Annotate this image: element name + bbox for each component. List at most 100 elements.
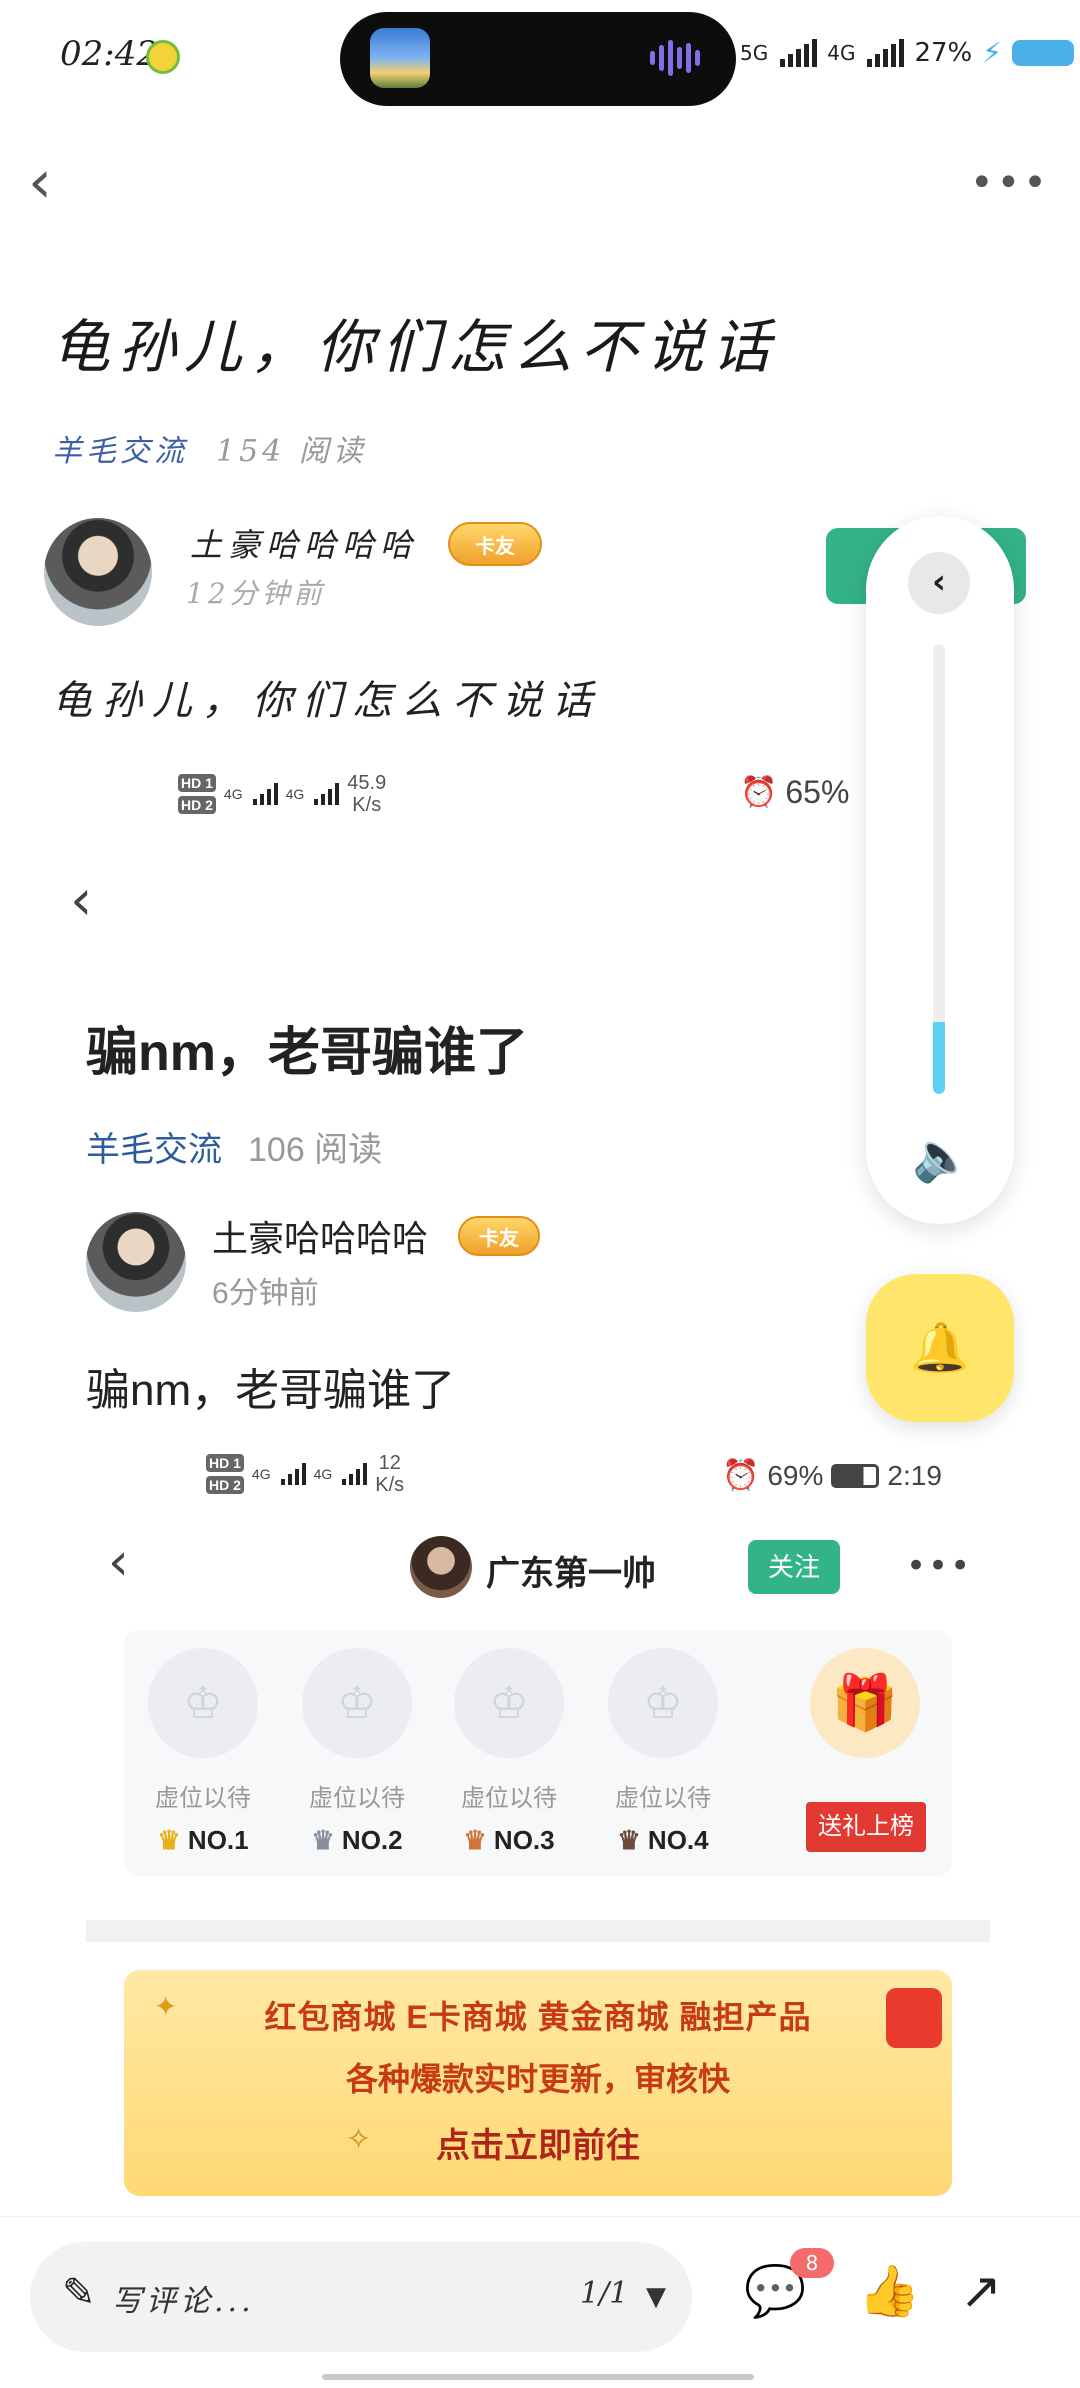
signal-bars-icon — [342, 1463, 368, 1485]
volume-slider[interactable] — [933, 644, 945, 1094]
rank-slot: ♔ 虚位以待 ♛ NO.1 — [148, 1648, 258, 1856]
alarm-icon: ⏰ — [722, 1459, 760, 1492]
slot-rank: ♛ NO.4 — [617, 1825, 709, 1855]
rank-slot: ♔ 虚位以待 ♛ NO.3 — [454, 1648, 564, 1856]
banner-line-1: 红包商城 E卡商城 黄金商城 融担产品 — [264, 1999, 812, 2035]
embedded-post-body: 骗nm，老哥骗谁了 — [86, 1366, 456, 1415]
crown-icon: ♔ — [148, 1648, 258, 1758]
crown-icon: ♔ — [302, 1648, 412, 1758]
banner-line-2: 各种爆款实时更新，审核快 — [345, 2061, 730, 2097]
back-icon[interactable]: ‹ — [28, 150, 68, 214]
alarm-icon: ⏰ — [740, 776, 778, 809]
app-notification-icon — [146, 40, 180, 74]
speed-unit: K/s — [375, 1474, 405, 1496]
signal-bars-icon — [252, 783, 278, 805]
banner-line-3: 点击立即前往 — [436, 2127, 640, 2165]
embedded-status-right: ⏰ 65% — [740, 774, 849, 811]
slot-rank: ♛ NO.3 — [463, 1825, 555, 1855]
audio-wave-icon — [650, 40, 700, 76]
embedded-author-name: 土豪哈哈哈哈 — [212, 1218, 429, 1259]
embedded-time: 2:19 — [887, 1459, 942, 1491]
pen-icon: ✎ — [62, 2270, 96, 2316]
slot-label: 虚位以待 — [461, 1785, 557, 1812]
embedded-user-avatar — [410, 1536, 472, 1598]
section-divider — [86, 1920, 990, 1942]
embedded-back-icon: ‹ — [70, 868, 93, 933]
embedded-author-avatar — [86, 1212, 186, 1312]
comment-count-badge: 8 — [790, 2248, 834, 2278]
more-icon[interactable]: ••• — [970, 160, 1050, 206]
bell-icon: 🔔 — [910, 1320, 970, 1376]
post-tag[interactable]: 羊毛交流 — [52, 434, 188, 469]
promo-banner[interactable]: ✦ 红包商城 E卡商城 黄金商城 融担产品 各种爆款实时更新，审核快 点击立即前… — [124, 1970, 952, 2196]
embedded-battery: 69% — [767, 1459, 824, 1491]
signal-label-5g: 5G — [740, 40, 769, 65]
embedded-user-name: 广东第一帅 — [486, 1555, 656, 1593]
hd-badge: HD 1 — [206, 1454, 244, 1472]
ring-mode-button[interactable]: 🔔 — [866, 1274, 1014, 1422]
network-speed: 45.9 K/s — [347, 772, 386, 816]
post-meta: 羊毛交流 154 阅读 — [52, 426, 367, 470]
now-playing-artwork — [370, 28, 430, 88]
rank-number: NO.3 — [493, 1825, 555, 1855]
slot-label: 虚位以待 — [309, 1785, 405, 1812]
speed-value: 12 — [378, 1452, 401, 1474]
speaker-icon[interactable]: 🔈 — [912, 1128, 972, 1185]
battery-icon — [831, 1463, 880, 1488]
status-right: 5G 4G 27% ⚡ — [740, 36, 1074, 69]
speed-value: 45.9 — [347, 772, 387, 794]
gift-rank-button: 送礼上榜 — [806, 1802, 926, 1852]
embedded-status-bar: HD 1 HD 2 4G 4G 45.9 K/s — [178, 772, 386, 816]
image-page-indicator[interactable]: 1/1 — [580, 2276, 628, 2311]
embedded-status-right-2: ⏰ 69% 2:19 — [722, 1458, 942, 1493]
battery-percent: 27% — [914, 37, 973, 68]
post-time: 12分钟前 — [186, 577, 326, 610]
hd-badge: HD 2 — [178, 796, 216, 814]
chevron-down-icon[interactable]: ▼ — [646, 2282, 666, 2312]
slot-label: 虚位以待 — [615, 1785, 711, 1812]
embedded-status-bar-2: HD 1 HD 2 4G 4G 12 K/s — [206, 1452, 404, 1496]
volume-collapse-icon[interactable]: ‹ — [908, 552, 970, 614]
post-reads: 154 阅读 — [216, 434, 367, 469]
signal-bars-icon — [867, 38, 905, 67]
embedded-follow-button: 关注 — [748, 1540, 840, 1594]
post-title: 龟孙儿，你们怎么不说话 — [52, 313, 779, 381]
network-label: 4G — [251, 1466, 271, 1482]
signal-bars-icon — [780, 38, 818, 67]
author-name[interactable]: 土豪哈哈哈哈 — [190, 520, 418, 566]
share-icon[interactable]: ↗ — [960, 2262, 1002, 2320]
crown-icon: ♔ — [608, 1648, 718, 1758]
hd-badge: HD 1 — [178, 774, 216, 792]
like-icon[interactable]: 👍 — [858, 2262, 920, 2321]
network-speed: 12 K/s — [375, 1452, 404, 1496]
volume-level-fill — [933, 1022, 945, 1094]
battery-icon — [1011, 39, 1074, 66]
network-label: 4G — [223, 786, 243, 802]
embedded-more-icon: ••• — [906, 1546, 973, 1586]
signal-bars-icon — [280, 1463, 306, 1485]
embedded-back-icon-2: ‹ — [108, 1532, 129, 1592]
home-indicator[interactable] — [322, 2374, 754, 2380]
rank-number: NO.2 — [341, 1825, 403, 1855]
rank-slot: ♔ 虚位以待 ♛ NO.4 — [608, 1648, 718, 1856]
network-label: 4G — [285, 786, 305, 802]
network-label: 4G — [313, 1466, 333, 1482]
status-time: 02:42 — [60, 34, 158, 74]
charging-icon: ⚡ — [982, 36, 1002, 69]
crown-icon: ♔ — [454, 1648, 564, 1758]
speed-unit: K/s — [352, 794, 382, 816]
embedded-member-badge: 卡友 — [458, 1216, 540, 1256]
post-body: 龟孙儿，你们怎么不说话 — [52, 678, 602, 724]
embedded-post-title: 骗nm，老哥骗谁了 — [86, 1024, 529, 1082]
embedded-post-tag: 羊毛交流 — [86, 1131, 222, 1169]
rank-number: NO.1 — [187, 1825, 249, 1855]
embedded-post-time: 6分钟前 — [212, 1277, 319, 1310]
star-icon: ✧ — [346, 2122, 372, 2157]
member-badge: 卡友 — [448, 522, 542, 566]
author-avatar[interactable] — [44, 518, 152, 626]
rank-number: NO.4 — [647, 1825, 709, 1855]
signal-label-4g: 4G — [827, 40, 856, 65]
gift-icon: 🎁 — [810, 1648, 920, 1758]
embedded-post-meta: 羊毛交流 106 阅读 — [86, 1122, 382, 1171]
comment-placeholder: 写评论... — [112, 2284, 255, 2319]
